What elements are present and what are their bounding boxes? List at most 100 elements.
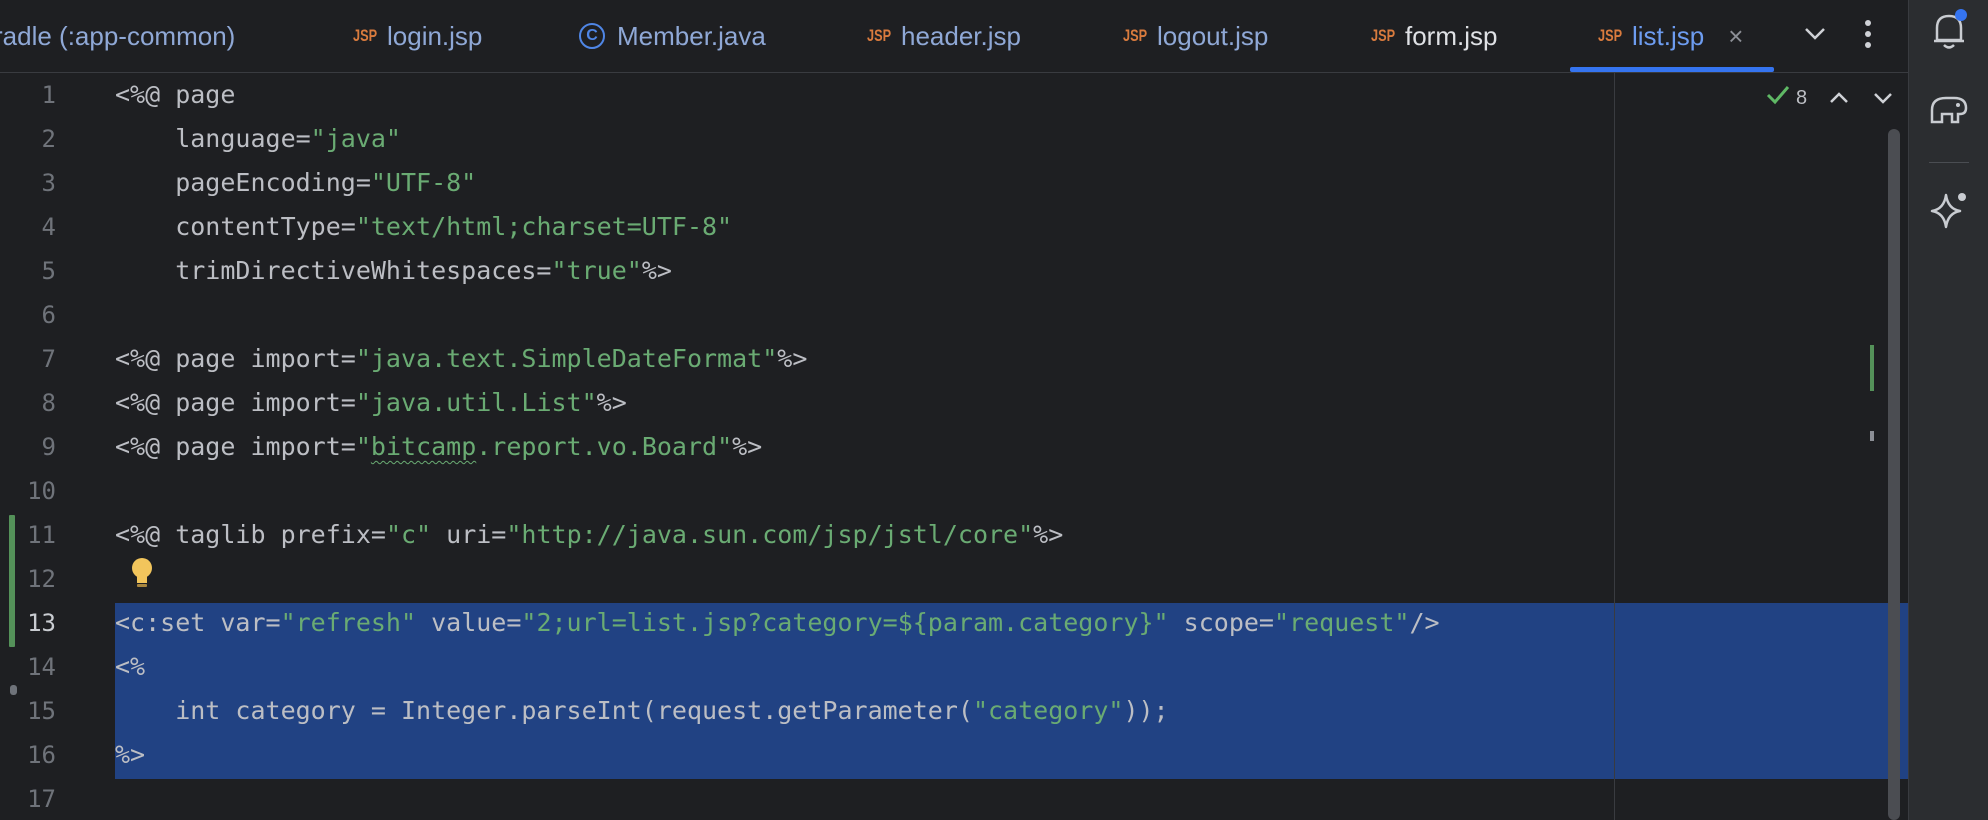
right-margin-guide <box>1614 73 1615 820</box>
close-tab-icon[interactable]: × <box>1728 21 1743 52</box>
lightbulb-intention-icon[interactable] <box>128 555 156 591</box>
code-token: %> <box>596 388 627 417</box>
vertical-scrollbar[interactable] <box>1888 129 1900 820</box>
gradle-elephant-icon[interactable] <box>1927 88 1971 132</box>
inspections-widget[interactable]: 8 <box>1766 83 1807 113</box>
line-number: 11 <box>27 521 56 549</box>
code-line: trimDirectiveWhitespaces="true"%> <box>115 249 672 293</box>
line-number: 12 <box>27 565 56 593</box>
line-number: 3 <box>41 169 56 197</box>
string-literal: "c" <box>385 520 432 549</box>
string-literal: "java.text.SimpleDateFormat" <box>355 344 778 373</box>
code-line: contentType="text/html;charset=UTF-8" <box>115 205 732 249</box>
code-line: <% <box>115 645 145 689</box>
string-literal: .report.vo.Board" <box>476 432 733 461</box>
code-line: %> <box>115 733 145 777</box>
ai-assistant-sparkle-icon[interactable] <box>1927 188 1971 232</box>
code-token: language= <box>115 124 311 153</box>
jsp-file-icon: JSP <box>353 26 378 45</box>
code-token: int category = Integer.parseInt(request.… <box>115 696 973 725</box>
line-number: 4 <box>41 213 56 241</box>
line-number: 8 <box>41 389 56 417</box>
code-line: <%@ page import="java.util.List"%> <box>115 381 627 425</box>
strip-divider <box>1929 162 1969 163</box>
code-token: contentType= <box>115 212 356 241</box>
tab-label: header.jsp <box>901 20 1021 51</box>
string-literal: " <box>355 432 371 461</box>
line-number: 16 <box>27 741 56 769</box>
line-number: 10 <box>27 477 56 505</box>
inspection-count: 8 <box>1796 86 1808 109</box>
editor-tab-bar: radle (:app-common) JSP login.jsp C Memb… <box>0 0 1908 73</box>
tab-form-jsp[interactable]: JSP form.jsp <box>1371 0 1497 72</box>
chevron-down-icon[interactable] <box>1795 14 1835 54</box>
code-token: <%@ page import= <box>115 388 356 417</box>
tab-app-common[interactable]: radle (:app-common) <box>0 0 235 72</box>
string-literal: "java.util.List" <box>355 388 597 417</box>
more-options-icon[interactable] <box>1848 14 1888 54</box>
jsp-file-icon: JSP <box>1598 26 1623 45</box>
line-number: 9 <box>41 433 56 461</box>
tab-label: logout.jsp <box>1157 20 1269 51</box>
warning-stripe-marker[interactable] <box>1870 431 1874 441</box>
string-literal: "refresh" <box>280 608 417 637</box>
jsp-file-icon: JSP <box>1371 26 1396 45</box>
typo-underlined-word: bitcamp <box>370 432 477 461</box>
line-number: 17 <box>27 785 56 813</box>
code-line: <%@ page import="java.text.SimpleDateFor… <box>115 337 807 381</box>
active-tab-indicator <box>1570 67 1774 72</box>
code-token: %> <box>115 740 146 769</box>
notifications-bell-icon[interactable] <box>1927 8 1971 52</box>
code-token: <% <box>115 652 146 681</box>
code-token: %> <box>777 344 808 373</box>
line-number: 2 <box>41 125 56 153</box>
line-number: 5 <box>41 257 56 285</box>
code-token: trimDirectiveWhitespaces= <box>115 256 552 285</box>
string-literal: "text/html;charset=UTF-8" <box>355 212 733 241</box>
line-number-current: 13 <box>27 609 56 637</box>
code-token: <c:set var= <box>115 608 281 637</box>
line-number: 15 <box>27 697 56 725</box>
change-stripe-marker[interactable] <box>1870 345 1874 391</box>
previous-highlight-icon[interactable] <box>1826 87 1852 109</box>
code-line: <%@ page <box>115 73 235 117</box>
tab-label: form.jsp <box>1405 20 1498 51</box>
jsp-file-icon: JSP <box>1123 26 1148 45</box>
code-token: /> <box>1409 608 1440 637</box>
string-literal: "UTF-8" <box>370 168 477 197</box>
string-literal: "request" <box>1273 608 1410 637</box>
tab-label: Member.java <box>617 20 766 51</box>
tab-logout-jsp[interactable]: JSP logout.jsp <box>1123 0 1268 72</box>
next-highlight-icon[interactable] <box>1870 87 1896 109</box>
check-icon <box>1766 84 1790 112</box>
right-tool-strip <box>1908 0 1988 820</box>
code-token: <%@ page import= <box>115 432 356 461</box>
selection-highlight <box>1435 603 1908 647</box>
code-token: value= <box>416 608 522 637</box>
tab-header-jsp[interactable]: JSP header.jsp <box>867 0 1021 72</box>
java-class-icon: C <box>579 23 605 49</box>
code-line: <%@ taglib prefix="c" uri="http://java.s… <box>115 513 1063 557</box>
code-token: %> <box>641 256 672 285</box>
string-literal: "http://java.sun.com/jsp/jstl/core" <box>506 520 1034 549</box>
code-token: <%@ taglib prefix= <box>115 520 386 549</box>
code-token: %> <box>1033 520 1064 549</box>
tab-label: radle (:app-common) <box>0 20 236 51</box>
tab-list-jsp[interactable]: JSP list.jsp × <box>1598 0 1743 72</box>
code-line: <%@ page import="bitcamp.report.vo.Board… <box>115 425 762 469</box>
code-line: language="java" <box>115 117 401 161</box>
tab-login-jsp[interactable]: JSP login.jsp <box>353 0 482 72</box>
tab-member-java[interactable]: C Member.java <box>579 0 766 72</box>
jsp-file-icon: JSP <box>867 26 892 45</box>
code-token: scope= <box>1168 608 1274 637</box>
line-number: 1 <box>41 81 56 109</box>
string-literal: "2;url=list.jsp?category=${param.categor… <box>521 608 1169 637</box>
code-token: )); <box>1123 696 1169 725</box>
tab-label: login.jsp <box>387 20 483 51</box>
tab-label: list.jsp <box>1632 20 1705 51</box>
string-literal: "java" <box>310 124 401 153</box>
code-line: <c:set var="refresh" value="2;url=list.j… <box>115 601 1440 645</box>
code-line: pageEncoding="UTF-8" <box>115 161 476 205</box>
code-editor[interactable]: 1 2 3 4 5 6 7 8 9 10 11 12 13 14 15 16 1… <box>0 73 1908 820</box>
line-number: 14 <box>27 653 56 681</box>
